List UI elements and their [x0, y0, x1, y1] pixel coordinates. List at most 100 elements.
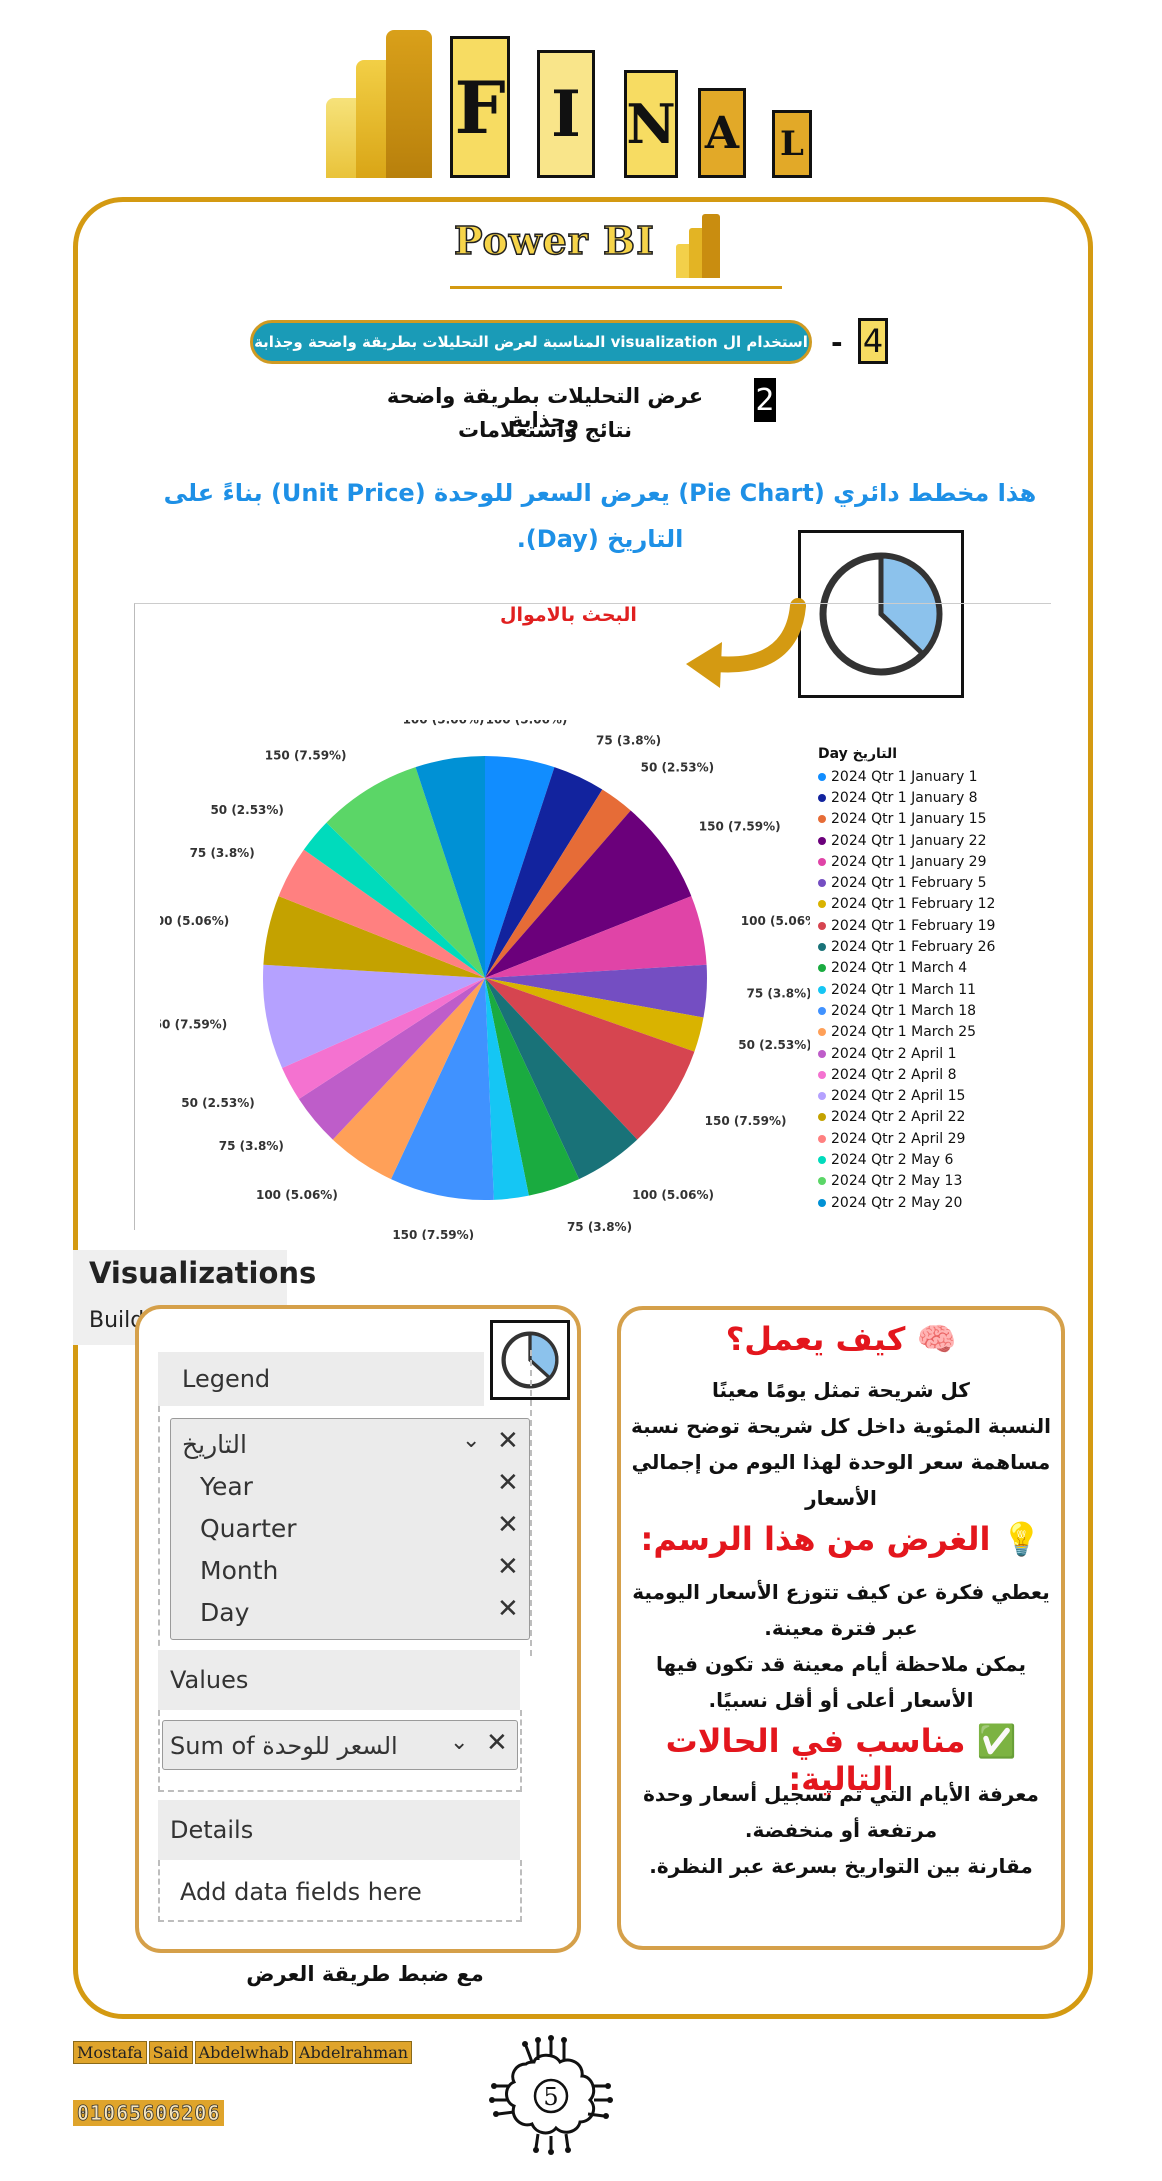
legend-item[interactable]: 2024 Qtr 1 January 15 — [818, 809, 1058, 830]
legend-dot — [818, 1134, 826, 1143]
legend-label: 2024 Qtr 2 May 13 — [831, 1173, 963, 1190]
chevron-down-icon[interactable]: ⌄ — [462, 1428, 480, 1453]
details-placeholder: Add data fields here — [180, 1878, 422, 1906]
data-label: 50 (2.53%) — [738, 1038, 810, 1052]
remove-field-icon[interactable]: ✕ — [497, 1426, 519, 1456]
legend-dot — [818, 1198, 826, 1207]
legend-item[interactable]: 2024 Qtr 2 April 22 — [818, 1107, 1058, 1128]
data-label: 150 (7.59%) — [392, 1228, 474, 1240]
values-well-label: Values — [158, 1650, 520, 1710]
legend-item[interactable]: 2024 Qtr 1 January 1 — [818, 766, 1058, 787]
data-label: 50 (2.53%) — [641, 760, 714, 774]
how-line-4: الأسعار — [805, 1486, 877, 1510]
legend-dot — [818, 1070, 826, 1079]
values-chevron-down-icon[interactable]: ⌄ — [450, 1730, 468, 1755]
legend-label: 2024 Qtr 2 April 22 — [831, 1109, 966, 1126]
substep-line2: نتائج واستعلامات — [458, 418, 632, 442]
legend-item[interactable]: 2024 Qtr 1 January 29 — [818, 851, 1058, 872]
legend-dot — [818, 1049, 826, 1058]
legend-label: 2024 Qtr 1 March 4 — [831, 960, 968, 977]
step-pill: استخدام ال visualization المناسبة لعرض ا… — [250, 320, 812, 364]
panel-caption: مع ضبط طريقة العرض — [246, 1962, 484, 1986]
suitable-line-3: مقارنة بين التواريخ بسرعة عبر النظرة. — [649, 1854, 1033, 1878]
legend-item[interactable]: 2024 Qtr 1 March 4 — [818, 958, 1058, 979]
suitable-line-1: معرفة الأيام التي تم تسجيل أسعار وحدة — [643, 1782, 1039, 1806]
legend-label: 2024 Qtr 1 January 15 — [831, 811, 987, 828]
legend-dot — [818, 900, 826, 909]
name-part: Mostafa — [73, 2041, 147, 2064]
purpose-line-3: يمكن ملاحظة أيام معينة قد تكون فيها — [656, 1652, 1026, 1676]
legend-title: Day التاريخ — [818, 746, 898, 762]
final-letter-f: F — [450, 36, 510, 178]
hierarchy-month: Month — [200, 1555, 279, 1585]
legend-item[interactable]: 2024 Qtr 1 February 12 — [818, 894, 1058, 915]
data-label: 75 (3.8%) — [190, 846, 255, 860]
purpose-heading: 💡 الغرض من هذا الرسم: — [640, 1520, 1042, 1558]
chart-legend: Day التاريخ 2024 Qtr 1 January 1 2024 Qtr… — [818, 746, 1058, 1213]
values-remove-field-icon[interactable]: ✕ — [486, 1728, 508, 1758]
remove-month-icon[interactable]: ✕ — [497, 1552, 519, 1582]
legend-field-name: التاريخ — [182, 1429, 247, 1459]
legend-item[interactable]: 2024 Qtr 1 March 11 — [818, 979, 1058, 1000]
legend-dot — [818, 1006, 826, 1015]
how-line-1: كل شريحة تمثل يومًا معينًا — [712, 1378, 970, 1402]
data-label: 150 (7.59%) — [160, 1018, 227, 1032]
legend-dot — [818, 1113, 826, 1122]
legend-item[interactable]: 2024 Qtr 2 May 13 — [818, 1171, 1058, 1192]
legend-item[interactable]: 2024 Qtr 1 March 25 — [818, 1022, 1058, 1043]
legend-label: 2024 Qtr 2 April 15 — [831, 1088, 966, 1105]
hierarchy-quarter: Quarter — [200, 1513, 297, 1543]
legend-dot — [818, 1155, 826, 1164]
legend-item[interactable]: 2024 Qtr 2 April 1 — [818, 1043, 1058, 1064]
legend-item[interactable]: 2024 Qtr 1 February 19 — [818, 915, 1058, 936]
data-label: 150 (7.59%) — [265, 749, 347, 763]
legend-dot — [818, 1092, 826, 1101]
author-name: Mostafa Said Abdelwhab Abdelrahman — [73, 2041, 413, 2064]
data-label: 75 (3.8%) — [567, 1220, 632, 1234]
data-label: 75 (3.8%) — [747, 987, 810, 1001]
legend-label: 2024 Qtr 1 February 19 — [831, 917, 996, 934]
legend-label: 2024 Qtr 2 April 1 — [831, 1045, 957, 1062]
purpose-line-4: الأسعار أعلى أو أقل نسبيًا. — [708, 1688, 974, 1712]
remove-day-icon[interactable]: ✕ — [497, 1594, 519, 1624]
legend-label: 2024 Qtr 2 May 20 — [831, 1194, 963, 1211]
final-letter-n: N — [624, 70, 678, 178]
name-part: Said — [148, 2041, 193, 2064]
legend-item[interactable]: 2024 Qtr 2 May 20 — [818, 1192, 1058, 1213]
name-part: Abdelwhab — [194, 2041, 293, 2064]
phone-number: 01065606206 — [73, 2100, 225, 2126]
legend-dot — [818, 943, 826, 952]
powerbi-logo-icon — [326, 30, 436, 178]
title-underline — [450, 286, 782, 289]
data-label: 75 (3.8%) — [219, 1139, 284, 1153]
legend-label: 2024 Qtr 1 March 11 — [831, 981, 977, 998]
legend-well-border — [158, 1406, 168, 1656]
remove-quarter-icon[interactable]: ✕ — [497, 1510, 519, 1540]
legend-dot — [818, 836, 826, 845]
legend-dot — [818, 1028, 826, 1037]
purpose-line-2: عبر فترة معينة. — [764, 1616, 918, 1640]
legend-label: 2024 Qtr 1 February 26 — [831, 939, 996, 956]
data-label: 75 (3.8%) — [596, 734, 661, 748]
brain-circuit-icon: 5 — [489, 2035, 613, 2155]
final-letter-a: A — [698, 88, 746, 178]
legend-item[interactable]: 2024 Qtr 2 April 15 — [818, 1085, 1058, 1106]
values-field-name: Sum of السعر للوحدة — [170, 1732, 398, 1760]
legend-dot — [818, 879, 826, 888]
legend-item[interactable]: 2024 Qtr 2 April 29 — [818, 1128, 1058, 1149]
legend-label: 2024 Qtr 1 March 18 — [831, 1002, 977, 1019]
legend-item[interactable]: 2024 Qtr 1 February 5 — [818, 872, 1058, 893]
legend-item[interactable]: 2024 Qtr 2 April 8 — [818, 1064, 1058, 1085]
legend-item[interactable]: 2024 Qtr 1 March 18 — [818, 1000, 1058, 1021]
pie-chart: 100 (5.06%) 75 (3.8%) 50 (2.53%) 150 (7.59%… — [160, 720, 810, 1240]
badge-number: 5 — [543, 2083, 558, 2111]
legend-item[interactable]: 2024 Qtr 1 January 8 — [818, 787, 1058, 808]
remove-year-icon[interactable]: ✕ — [497, 1468, 519, 1498]
legend-item[interactable]: 2024 Qtr 2 May 6 — [818, 1149, 1058, 1170]
legend-item[interactable]: 2024 Qtr 1 February 26 — [818, 936, 1058, 957]
legend-label: 2024 Qtr 1 February 5 — [831, 875, 987, 892]
final-letter-l: L — [772, 110, 812, 178]
legend-dot — [818, 857, 826, 866]
legend-item[interactable]: 2024 Qtr 1 January 22 — [818, 830, 1058, 851]
legend-label: 2024 Qtr 1 January 8 — [831, 789, 978, 806]
